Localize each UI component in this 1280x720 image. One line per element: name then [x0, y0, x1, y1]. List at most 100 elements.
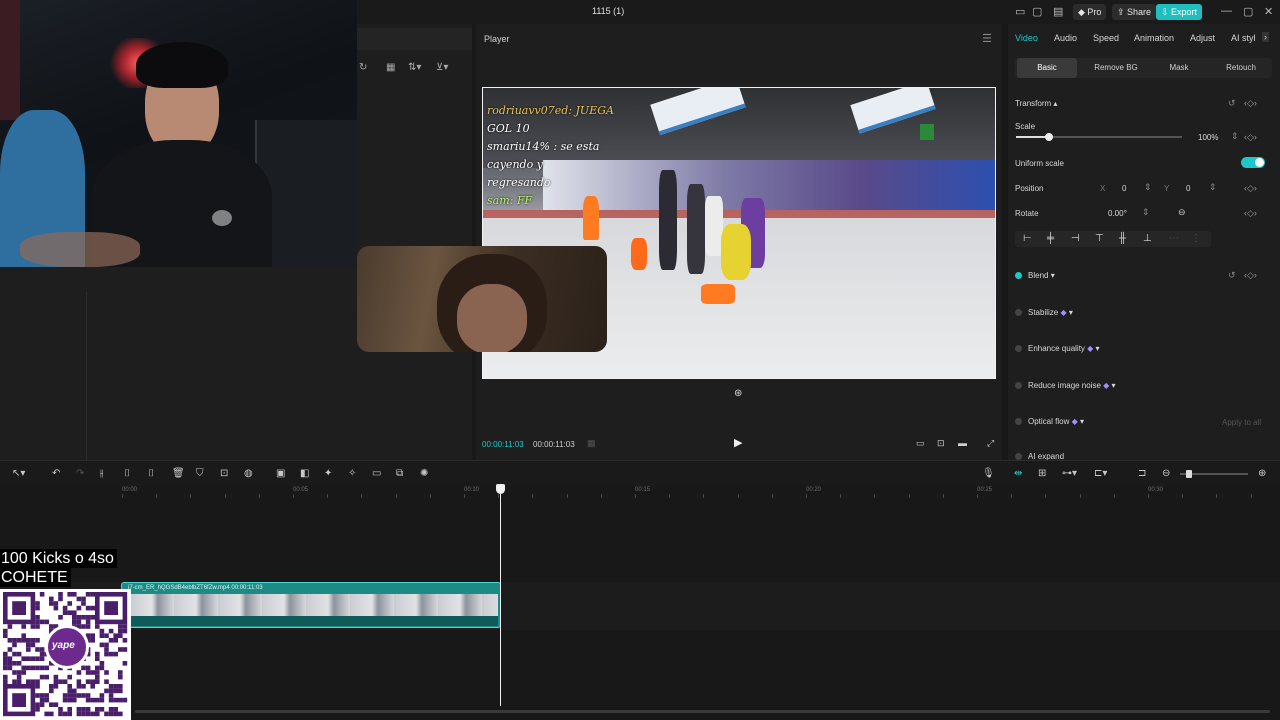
mirror-icon[interactable]: ◧ — [300, 468, 309, 479]
grid-view-icon[interactable]: ▦ — [386, 62, 395, 73]
keyframe-icon[interactable]: ‹◇› — [1244, 208, 1257, 219]
tab-ai-style[interactable]: AI styl — [1231, 33, 1256, 43]
keyboard-icon[interactable]: ▤ — [1053, 5, 1063, 18]
scale-slider[interactable] — [1016, 133, 1182, 141]
align-top-icon[interactable]: ⊤ — [1095, 233, 1104, 244]
stepper-icon[interactable]: ⇕ — [1144, 182, 1152, 193]
split-right-icon[interactable]: ⌷ — [148, 468, 154, 479]
close-icon[interactable]: ✕ — [1264, 5, 1273, 18]
ai-expand-row[interactable]: AI expand — [1015, 452, 1064, 460]
zoom-slider[interactable] — [1180, 470, 1248, 478]
fit-timeline-icon[interactable]: ⊐ — [1138, 468, 1146, 479]
tab-speed[interactable]: Speed — [1093, 33, 1119, 43]
scale-value[interactable]: 100% — [1198, 133, 1218, 142]
microphone-icon[interactable]: 🎙 — [982, 468, 995, 479]
tab-animation[interactable]: Animation — [1134, 33, 1174, 43]
stabilize-row[interactable]: Stabilize ◆ ▾ — [1015, 308, 1073, 317]
blend-checkbox[interactable] — [1015, 272, 1022, 279]
stepper-icon[interactable]: ⇕ — [1231, 131, 1239, 142]
stepper-icon[interactable]: ⇕ — [1142, 207, 1150, 218]
optical-flow-row[interactable]: Optical flow ◆ ▾ — [1015, 417, 1084, 426]
speed-icon[interactable]: ◍ — [244, 468, 253, 479]
enhance-quality-checkbox[interactable] — [1015, 345, 1022, 352]
reset-icon[interactable]: ↺ — [1228, 98, 1236, 109]
playhead-handle[interactable] — [496, 484, 505, 494]
split-icon[interactable]: ⫲ — [100, 468, 103, 479]
timeline[interactable]: 00:00 00:05 00:10 00:15 00:20 00:25 00:30 i7-c… — [0, 484, 1280, 720]
align-center-h-icon[interactable]: ╪ — [1047, 233, 1054, 244]
rotate-dial-icon[interactable]: ⊖ — [1178, 207, 1186, 218]
position-x-value[interactable]: 0 — [1122, 184, 1126, 193]
panel-icon[interactable]: ▢ — [1032, 5, 1042, 18]
keyframe-icon[interactable]: ‹◇› — [1244, 183, 1257, 194]
filter-icon[interactable]: ⊻▾ — [436, 62, 448, 73]
stabilize-checkbox[interactable] — [1015, 309, 1022, 316]
align-right-icon[interactable]: ⊣ — [1071, 233, 1080, 244]
rotate-handle-icon[interactable]: ⊛ — [734, 388, 742, 399]
share-button[interactable]: ⇪ Share — [1112, 4, 1157, 20]
minimize-icon[interactable]: — — [1221, 5, 1232, 17]
keyframe-icon[interactable]: ‹◇› — [1244, 132, 1257, 143]
overlay-clip[interactable] — [357, 246, 607, 352]
video-clip[interactable]: i7-cm_ER_hQGSdB4eblbZT6fZw.mp4 00:00:11:… — [121, 582, 501, 628]
main-track-magnet-icon[interactable]: ⇹ — [1014, 468, 1022, 479]
magic-icon[interactable]: ✧ — [348, 468, 356, 479]
export-button[interactable]: ⇩ Export — [1156, 4, 1203, 20]
align-center-v-icon[interactable]: ╫ — [1119, 233, 1126, 244]
tab-video[interactable]: Video — [1015, 33, 1038, 43]
subtab-mask[interactable]: Mask — [1151, 58, 1207, 78]
tab-audio[interactable]: Audio — [1054, 33, 1077, 43]
subtitle-icon[interactable]: ▭ — [372, 468, 381, 479]
split-left-icon[interactable]: ⌷ — [124, 468, 130, 479]
keyframe-icon[interactable]: ‹◇› — [1244, 270, 1257, 281]
align-left-icon[interactable]: ⊢ — [1023, 233, 1032, 244]
tab-adjust[interactable]: Adjust — [1190, 33, 1215, 43]
scale-slider-knob[interactable] — [1045, 133, 1054, 141]
uniform-scale-toggle[interactable] — [1241, 157, 1265, 168]
align-bottom-icon[interactable]: ⊥ — [1143, 233, 1152, 244]
ai-expand-checkbox[interactable] — [1015, 453, 1022, 460]
optical-flow-checkbox[interactable] — [1015, 418, 1022, 425]
ratio-icon[interactable]: ▬ — [958, 438, 967, 448]
enhance-quality-row[interactable]: Enhance quality ◆ ▾ — [1015, 344, 1100, 353]
position-y-value[interactable]: 0 — [1186, 184, 1190, 193]
crop-icon[interactable]: ⊡ — [937, 438, 945, 449]
subtab-retouch[interactable]: Retouch — [1211, 58, 1271, 78]
blend-row[interactable]: Blend ▾ — [1015, 271, 1055, 280]
reset-icon[interactable]: ↺ — [1228, 270, 1236, 281]
playhead[interactable] — [496, 484, 505, 706]
fullscreen-icon[interactable]: ⤢ — [987, 438, 994, 449]
sort-icon[interactable]: ⇅▾ — [408, 62, 421, 73]
play-button[interactable]: ▶ — [734, 436, 742, 449]
delete-icon[interactable]: 🗑 — [172, 468, 185, 479]
zoom-slider-knob[interactable] — [1186, 470, 1192, 478]
linkage-icon[interactable]: ⊶▾ — [1062, 468, 1077, 479]
reduce-noise-checkbox[interactable] — [1015, 382, 1022, 389]
marker-icon[interactable]: ⛉ — [196, 468, 204, 479]
replace-icon[interactable]: ⧉ — [396, 468, 403, 479]
menu-icon[interactable]: ☰ — [982, 32, 992, 45]
undo-icon[interactable]: ↶ — [52, 468, 60, 479]
select-tool-icon[interactable]: ↖▾ — [12, 468, 25, 479]
subtab-basic[interactable]: Basic — [1017, 58, 1077, 78]
ai-effects-icon[interactable]: ✺ — [420, 468, 428, 479]
maximize-icon[interactable]: ▢ — [1243, 5, 1253, 18]
timeline-scrollbar[interactable] — [135, 710, 1270, 713]
fit-icon[interactable]: ▭ — [916, 438, 925, 449]
freeze-icon[interactable]: ▣ — [276, 468, 285, 479]
auto-snap-icon[interactable]: ⊞ — [1038, 468, 1046, 479]
refresh-icon[interactable]: ↻ — [359, 62, 367, 73]
zoom-in-icon[interactable]: ⊕ — [1258, 468, 1266, 479]
rotate-value[interactable]: 0.00° — [1108, 209, 1127, 218]
preview-axis-icon[interactable]: ⊏▾ — [1094, 468, 1107, 479]
apply-to-all-button[interactable]: Apply to all — [1222, 418, 1261, 427]
chevron-right-icon[interactable]: › — [1262, 32, 1269, 42]
keyframe-icon[interactable]: ‹◇› — [1244, 98, 1257, 109]
crop-tool-icon[interactable]: ⊡ — [220, 468, 228, 479]
layout-icon[interactable]: ▭ — [1015, 5, 1025, 18]
zoom-out-icon[interactable]: ⊖ — [1162, 468, 1170, 479]
auto-reframe-icon[interactable]: ✦ — [324, 468, 332, 479]
pro-button[interactable]: ◆ Pro — [1073, 4, 1107, 20]
reduce-noise-row[interactable]: Reduce image noise ◆ ▾ — [1015, 381, 1116, 390]
transform-header[interactable]: Transform ▴ — [1015, 99, 1057, 108]
